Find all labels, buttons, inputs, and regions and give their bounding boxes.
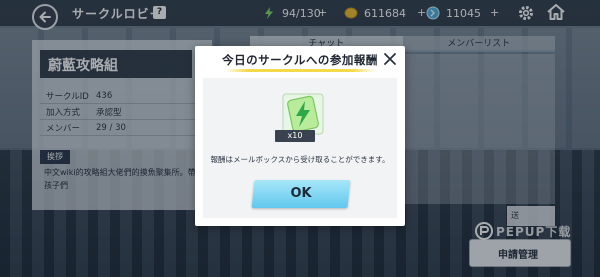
dialog-title: 今日のサークルへの参加報酬 (222, 53, 378, 67)
close-icon[interactable] (382, 51, 398, 67)
reward-dialog: 今日のサークルへの参加報酬 x10 報酬はメールボックスから受け取ることができま… (195, 46, 405, 226)
dialog-note: 報酬はメールボックスから受け取ることができます。 (210, 155, 390, 164)
ok-label: OK (290, 186, 312, 201)
reward-quantity: x10 (275, 130, 315, 142)
ok-button[interactable]: OK (251, 180, 351, 208)
title-highlight (225, 69, 375, 72)
